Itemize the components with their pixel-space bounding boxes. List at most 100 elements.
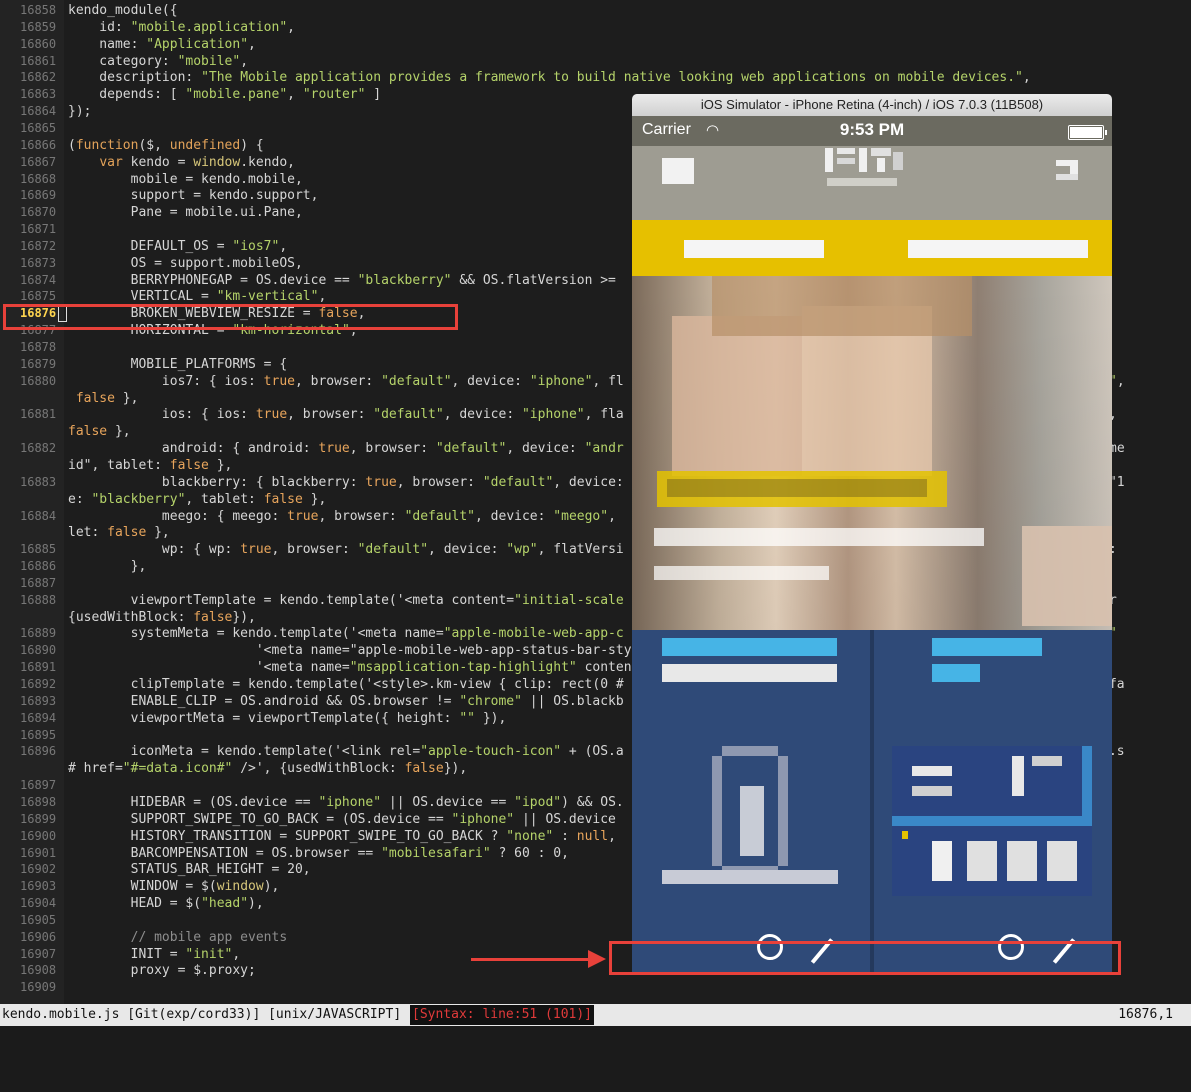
line-text[interactable]: SUPPORT_SWIPE_TO_GO_BACK = (OS.device ==… bbox=[68, 811, 616, 828]
line-text[interactable]: HISTORY_TRANSITION = SUPPORT_SWIPE_TO_GO… bbox=[68, 828, 616, 845]
hero-body-line-2 bbox=[654, 566, 829, 580]
hero-headline bbox=[657, 471, 947, 507]
line-text[interactable]: // mobile app events bbox=[68, 929, 288, 946]
line-text[interactable]: '<meta name="msapplication-tap-highlight… bbox=[68, 659, 647, 676]
line-text[interactable]: BARCOMPENSATION = OS.browser == "mobiles… bbox=[68, 845, 569, 862]
line-number: 16903 bbox=[20, 879, 57, 894]
code-line[interactable]: 16861 category: "mobile", bbox=[0, 53, 1191, 70]
editor-statusbar: kendo.mobile.js [Git(exp/cord33)] [unix/… bbox=[0, 1004, 1191, 1026]
line-text[interactable]: support = kendo.support, bbox=[68, 187, 319, 204]
line-text[interactable]: VERTICAL = "km-vertical", bbox=[68, 288, 327, 305]
line-text[interactable]: e: "blackberry", tablet: false }, bbox=[68, 491, 326, 508]
line-number: 16875 bbox=[20, 289, 57, 304]
line-number: 16902 bbox=[20, 862, 57, 877]
right-score-figure bbox=[892, 746, 1092, 896]
line-number: 16887 bbox=[20, 575, 57, 590]
highlight-box-code-line bbox=[3, 304, 458, 330]
line-text[interactable]: (function($, undefined) { bbox=[68, 137, 264, 154]
code-line[interactable]: 16860 name: "Application", bbox=[0, 36, 1191, 53]
line-text[interactable]: depends: [ "mobile.pane", "router" ] bbox=[68, 86, 381, 103]
line-text[interactable]: # href="#=data.icon#" />', {usedWithBloc… bbox=[68, 760, 467, 777]
simulator-titlebar[interactable]: iOS Simulator - iPhone Retina (4-inch) /… bbox=[632, 94, 1112, 116]
line-text[interactable]: var kendo = window.kendo, bbox=[68, 154, 295, 171]
line-text[interactable]: let: false }, bbox=[68, 524, 170, 541]
line-text[interactable]: false }, bbox=[68, 423, 131, 440]
line-number: 16886 bbox=[20, 559, 57, 574]
line-number: 16897 bbox=[20, 778, 57, 793]
line-number: 16882 bbox=[20, 441, 57, 456]
simulator-screen[interactable]: Carrier ◠ 9:53 PM bbox=[632, 116, 1112, 974]
line-text[interactable]: description: "The Mobile application pro… bbox=[68, 69, 1030, 86]
battery-icon bbox=[1068, 125, 1107, 140]
line-number: 16874 bbox=[20, 272, 57, 287]
line-number: 16907 bbox=[20, 946, 57, 961]
line-text[interactable]: name: "Application", bbox=[68, 36, 256, 53]
line-text[interactable]: proxy = $.proxy; bbox=[68, 962, 256, 979]
left-score-figure bbox=[712, 746, 788, 876]
line-text[interactable]: id: "mobile.application", bbox=[68, 19, 295, 36]
share-icon[interactable] bbox=[1052, 156, 1086, 182]
line-text[interactable]: }); bbox=[68, 103, 91, 120]
category-right-label[interactable] bbox=[908, 240, 1088, 258]
line-number: 16871 bbox=[20, 222, 57, 237]
line-text[interactable]: kendo_module({ bbox=[68, 2, 178, 19]
line-number: 16878 bbox=[20, 340, 57, 354]
line-text[interactable]: DEFAULT_OS = "ios7", bbox=[68, 238, 288, 255]
annotation-arrow-head bbox=[588, 950, 606, 968]
line-text[interactable]: }, bbox=[68, 558, 147, 575]
line-text[interactable]: ENABLE_CLIP = OS.android && OS.browser !… bbox=[68, 693, 624, 710]
category-bar[interactable] bbox=[632, 220, 1112, 276]
line-text[interactable]: id", tablet: false }, bbox=[68, 457, 232, 474]
annotation-arrow bbox=[471, 958, 591, 961]
line-text[interactable]: STATUS_BAR_HEIGHT = 20, bbox=[68, 861, 311, 878]
statusbar-syntax-error: [Syntax: line:51 (101)] bbox=[410, 1005, 595, 1025]
line-number: 16896 bbox=[20, 744, 57, 759]
ios-simulator-window[interactable]: iOS Simulator - iPhone Retina (4-inch) /… bbox=[632, 94, 1112, 974]
line-number: 16901 bbox=[20, 845, 57, 860]
line-text[interactable]: HIDEBAR = (OS.device == "iphone" || OS.d… bbox=[68, 794, 624, 811]
line-text[interactable]: MOBILE_PLATFORMS = { bbox=[68, 356, 288, 373]
line-number: 16892 bbox=[20, 677, 57, 691]
line-text[interactable]: viewportMeta = viewportTemplate({ height… bbox=[68, 710, 507, 727]
line-text[interactable]: '<meta name="apple-mobile-web-app-status… bbox=[68, 642, 647, 659]
tile-left-title[interactable] bbox=[662, 638, 837, 656]
line-number: 16883 bbox=[20, 474, 57, 489]
line-number: 16894 bbox=[20, 710, 57, 725]
line-number: 16904 bbox=[20, 896, 57, 911]
line-text[interactable]: {usedWithBlock: false}), bbox=[68, 609, 256, 626]
line-number: 16881 bbox=[20, 407, 57, 422]
code-line[interactable]: 16862 description: "The Mobile applicati… bbox=[0, 69, 1191, 86]
line-text[interactable]: mobile = kendo.mobile, bbox=[68, 171, 303, 188]
line-text[interactable]: HEAD = $("head"), bbox=[68, 895, 264, 912]
line-number: 16859 bbox=[20, 19, 57, 34]
line-number: 16873 bbox=[20, 255, 57, 270]
line-number: 16900 bbox=[20, 828, 57, 843]
line-number: 16908 bbox=[20, 963, 57, 978]
hero-face-left bbox=[672, 316, 802, 476]
line-text[interactable]: BERRYPHONEGAP = OS.device == "blackberry… bbox=[68, 272, 616, 289]
line-number: 16880 bbox=[20, 373, 57, 388]
hero-body-line-1 bbox=[654, 528, 984, 546]
menu-button[interactable] bbox=[662, 158, 694, 184]
category-left-label[interactable] bbox=[684, 240, 824, 258]
line-text[interactable]: WINDOW = $(window), bbox=[68, 878, 280, 895]
line-text[interactable]: false }, bbox=[68, 390, 139, 407]
statusbar-file-info: kendo.mobile.js [Git(exp/cord33)] [unix/… bbox=[2, 1007, 402, 1022]
simulator-title: iOS Simulator - iPhone Retina (4-inch) /… bbox=[700, 97, 1044, 112]
line-text[interactable]: category: "mobile", bbox=[68, 53, 248, 70]
line-number: 16884 bbox=[20, 508, 57, 523]
line-number: 16895 bbox=[20, 727, 57, 742]
hero-hair bbox=[712, 276, 972, 336]
line-number: 16885 bbox=[20, 542, 57, 557]
hero-child bbox=[1022, 526, 1112, 626]
line-number: 16888 bbox=[20, 592, 57, 607]
line-text[interactable]: OS = support.mobileOS, bbox=[68, 255, 303, 272]
line-number: 16893 bbox=[20, 693, 57, 708]
line-text[interactable]: INIT = "init", bbox=[68, 946, 241, 963]
code-line[interactable]: 16909 bbox=[0, 979, 1191, 996]
code-line[interactable]: 16859 id: "mobile.application", bbox=[0, 19, 1191, 36]
code-line[interactable]: 16858 kendo_module({ bbox=[0, 2, 1191, 19]
statusbar-cursor-position: 16876,1 bbox=[1118, 1007, 1173, 1022]
line-text[interactable]: Pane = mobile.ui.Pane, bbox=[68, 204, 303, 221]
tile-right-title[interactable] bbox=[932, 638, 1042, 656]
